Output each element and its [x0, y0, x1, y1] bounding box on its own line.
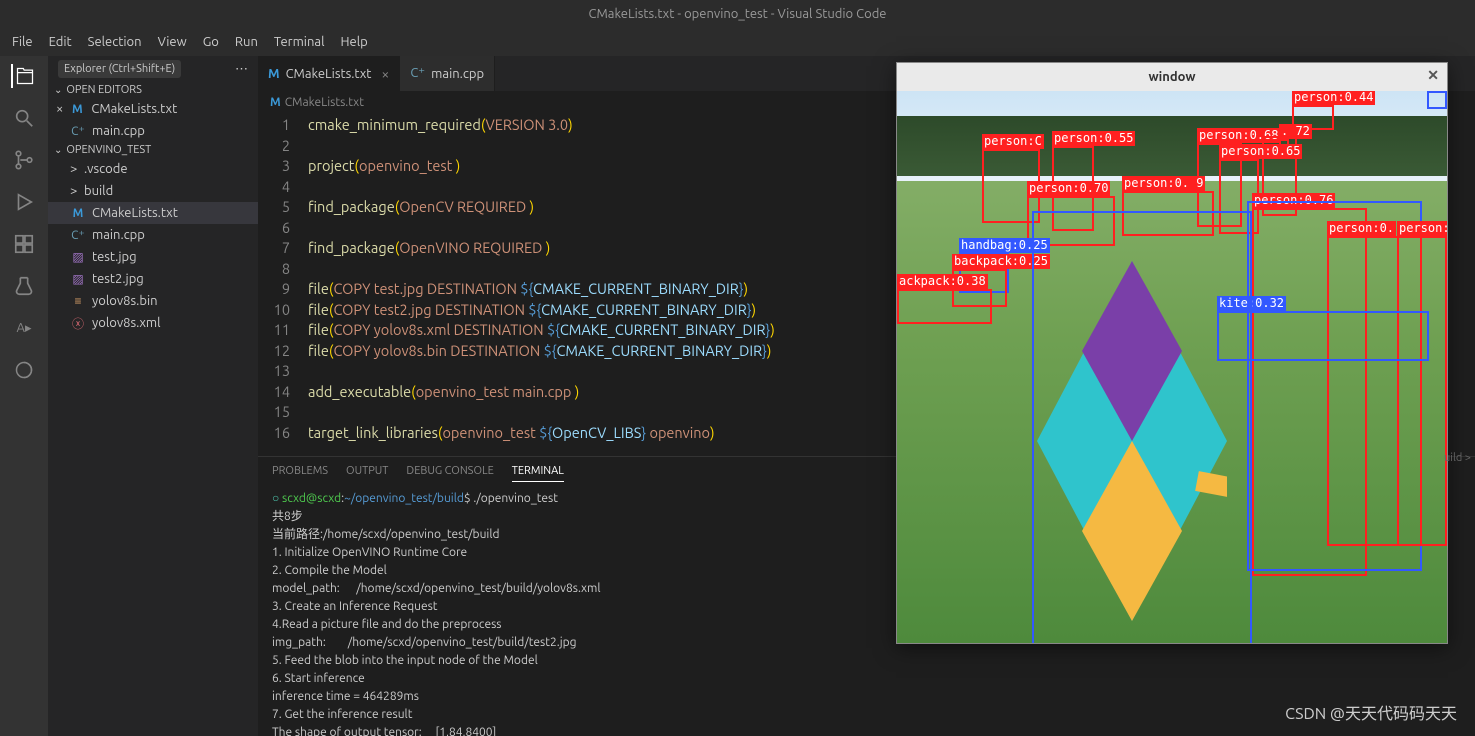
cmake-file-icon: M [69, 103, 85, 116]
chevron-icon: > [70, 184, 84, 198]
panel-tab-problems[interactable]: PROBLEMS [272, 465, 328, 482]
menubar: FileEditSelectionViewGoRunTerminalHelp [0, 28, 1475, 56]
panel-side-label: uild > [1444, 452, 1471, 464]
open-editor-item[interactable]: ×MCMakeLists.txt [48, 98, 258, 120]
detection-box: person:0 [1397, 236, 1447, 546]
source-control-icon[interactable] [12, 148, 36, 172]
image-file-icon: ▨ [70, 250, 86, 264]
detection-label: person:0.65 [1219, 144, 1302, 159]
detection-image: person:0.44 cu person:C person:0.55 person:0… [897, 91, 1447, 643]
sidebar: Explorer (Ctrl+Shift+E) ⋯ ⌄OPEN EDITORS … [48, 56, 258, 736]
menu-terminal[interactable]: Terminal [266, 35, 333, 49]
opencv-window-title: window ✕ [897, 63, 1447, 91]
detection-label: ackpack:0.38 [897, 274, 988, 289]
detection-label: person:0. 9 [1122, 176, 1205, 191]
menu-help[interactable]: Help [332, 35, 375, 49]
detection-label: . 72 [1279, 124, 1312, 139]
file-tree-item[interactable]: >build [48, 180, 258, 202]
menu-selection[interactable]: Selection [80, 35, 150, 49]
file-tree-item[interactable]: C⁺main.cpp [48, 224, 258, 246]
detection-label: person:0. [1327, 221, 1396, 236]
file-tree-item[interactable]: ≡yolov8s.bin [48, 290, 258, 312]
cmake-file-icon: M [70, 207, 86, 220]
editor-tab[interactable]: MCMakeLists.txt× [258, 56, 400, 91]
editor-tab[interactable]: C⁺main.cpp [400, 56, 495, 91]
detection-box: ackpack:0.38 [897, 289, 992, 324]
explorer-icon[interactable] [11, 64, 35, 88]
menu-edit[interactable]: Edit [41, 35, 80, 49]
watermark: CSDN @天天代码码天天 [1285, 700, 1457, 724]
file-tree-item[interactable]: ⓧyolov8s.xml [48, 312, 258, 334]
close-tab-icon[interactable]: × [381, 66, 389, 82]
detection-label: person:C [982, 134, 1044, 149]
explorer-tooltip: Explorer (Ctrl+Shift+E) [58, 60, 181, 78]
cmake-icon[interactable] [12, 358, 36, 382]
panel-tab-terminal[interactable]: TERMINAL [512, 465, 564, 482]
chevron-icon: > [70, 162, 84, 176]
detection-label: person:0.70 [1027, 181, 1110, 196]
file-tree-item[interactable]: MCMakeLists.txt [48, 202, 258, 224]
close-icon[interactable]: ✕ [1427, 67, 1439, 84]
close-editor-icon[interactable]: × [56, 102, 63, 116]
menu-run[interactable]: Run [227, 35, 266, 49]
project-header[interactable]: ⌄OPENVINO_TEST [48, 142, 258, 158]
xml-file-icon: ⓧ [70, 315, 86, 332]
cpp-file-icon: C⁺ [410, 66, 425, 81]
panel-tab-debug-console[interactable]: DEBUG CONSOLE [406, 465, 493, 482]
sidebar-more-icon[interactable]: ⋯ [235, 62, 248, 77]
run-debug-icon[interactable] [12, 190, 36, 214]
testing-icon[interactable] [12, 274, 36, 298]
search-icon[interactable] [12, 106, 36, 130]
file-tree-item[interactable]: >.vscode [48, 158, 258, 180]
open-editors-header[interactable]: ⌄OPEN EDITORS [48, 82, 258, 98]
opencv-window[interactable]: window ✕ person:0.44 cu person:C person:0.5… [896, 62, 1448, 644]
detection-label: person:0 [1397, 221, 1447, 236]
detection-box: cu [1427, 91, 1447, 109]
variables-icon[interactable]: A▸ [12, 316, 36, 340]
detection-label: person:0.55 [1052, 131, 1135, 146]
file-tree-item[interactable]: ▨test.jpg [48, 246, 258, 268]
menu-go[interactable]: Go [195, 35, 227, 49]
cmake-file-icon: M [268, 67, 280, 81]
open-editor-item[interactable]: C⁺main.cpp [48, 120, 258, 142]
cpp-file-icon: C⁺ [70, 228, 86, 242]
cmake-file-icon: M [270, 96, 281, 109]
detection-box [1032, 211, 1252, 643]
binary-file-icon: ≡ [70, 294, 86, 308]
extensions-icon[interactable] [12, 232, 36, 256]
image-file-icon: ▨ [70, 272, 86, 286]
file-tree-item[interactable]: ▨test2.jpg [48, 268, 258, 290]
cpp-file-icon: C⁺ [70, 124, 86, 138]
menu-file[interactable]: File [4, 35, 41, 49]
detection-label: person:0.44 [1292, 91, 1375, 105]
window-title: CMakeLists.txt - openvino_test - Visual … [0, 0, 1475, 28]
menu-view[interactable]: View [150, 35, 195, 49]
activity-bar: A▸ [0, 56, 48, 736]
panel-tab-output[interactable]: OUTPUT [346, 465, 388, 482]
